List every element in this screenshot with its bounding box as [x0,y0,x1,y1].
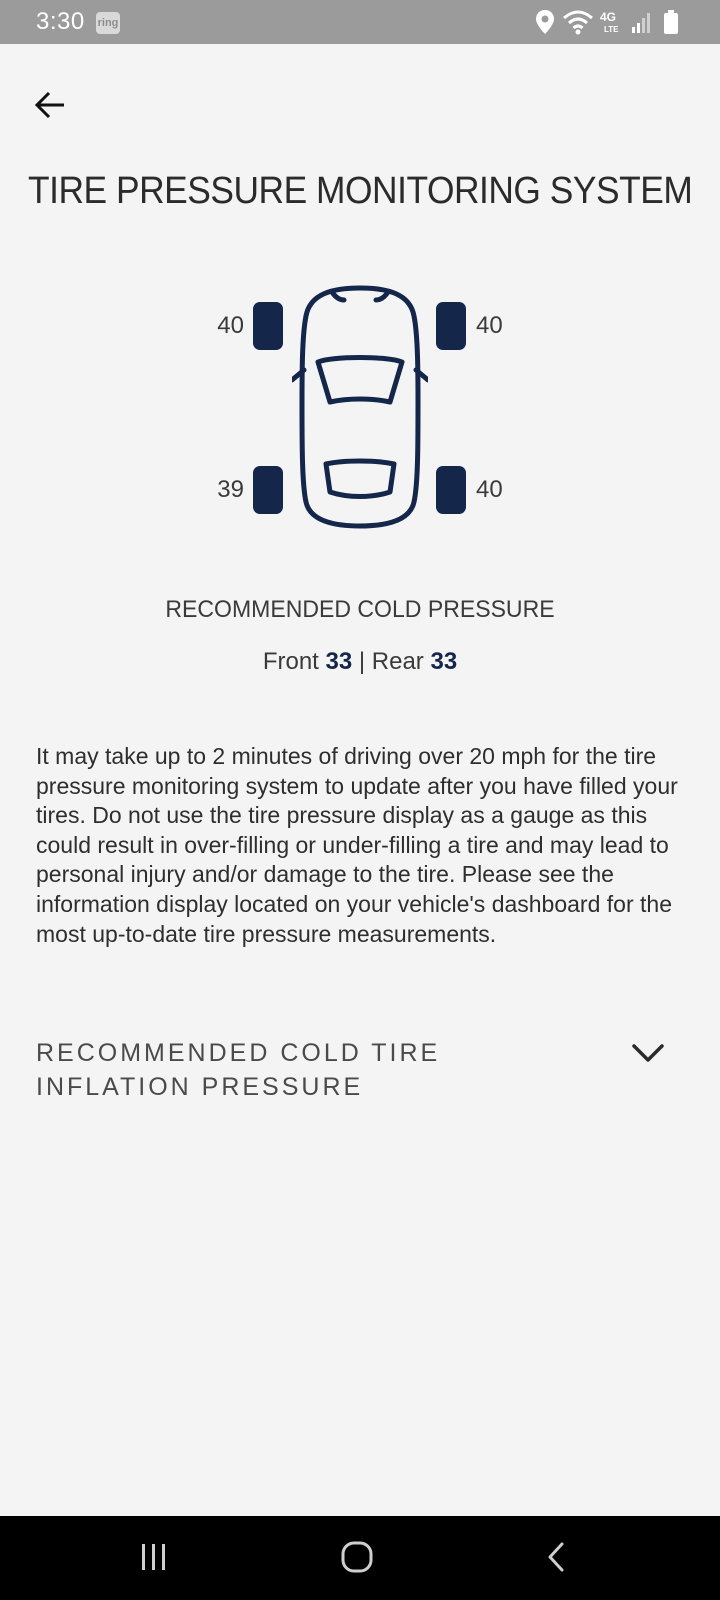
status-bar: 3:30 ring 4G LTE [0,0,720,44]
back-chevron-icon [548,1542,564,1572]
back-button[interactable] [28,88,72,122]
screen: 3:30 ring 4G LTE TIRE PRESSURE MONITORIN… [0,0,720,1600]
chevron-down-icon [632,1044,664,1062]
home-button[interactable] [298,1516,418,1600]
rear-right-tire [436,466,466,514]
tire-pressure-diagram: 40 40 39 40 [0,270,720,550]
wifi-icon [563,10,593,35]
car-top-view-icon [292,285,428,529]
status-icons: 4G LTE [534,8,694,38]
page-title: TIRE PRESSURE MONITORING SYSTEM [28,170,693,212]
battery-icon [664,10,678,34]
location-icon [536,10,554,34]
rear-recommended-value: 33 [430,648,458,675]
home-icon [341,1541,373,1573]
info-paragraph: It may take up to 2 minutes of driving o… [36,743,678,947]
rear-label: Rear [371,648,424,675]
front-right-tire [436,302,466,350]
front-recommended-value: 33 [325,648,353,675]
rear-right-pressure: 40 [476,476,503,503]
svg-text:4G: 4G [600,10,616,24]
network-type-icon: 4G LTE [600,10,619,34]
front-right-pressure: 40 [476,312,503,339]
separator: | [358,648,366,675]
ring-notification-icon: ring [96,12,120,34]
svg-text:LTE: LTE [604,25,619,34]
arrow-left-icon [34,91,64,119]
front-left-tire [253,302,283,350]
recent-apps-icon [142,1544,165,1570]
front-left-pressure: 40 [217,312,244,339]
signal-icon [632,13,650,33]
cold-tire-inflation-accordion[interactable]: RECOMMENDED COLD TIRE INFLATION PRESSURE [36,1036,668,1112]
system-navigation-bar [0,1516,720,1600]
accordion-label: RECOMMENDED COLD TIRE INFLATION PRESSURE [36,1039,441,1101]
status-time: 3:30 [36,8,85,35]
recommended-pressure-heading: RECOMMENDED COLD PRESSURE [165,596,555,623]
rear-left-tire [253,466,283,514]
back-nav-button[interactable] [498,1516,618,1600]
recent-apps-button[interactable] [96,1516,216,1600]
front-label: Front [262,648,319,675]
recommended-pressure-values: Front 33 | Rear 33 [0,648,720,676]
rear-left-pressure: 39 [217,476,244,503]
